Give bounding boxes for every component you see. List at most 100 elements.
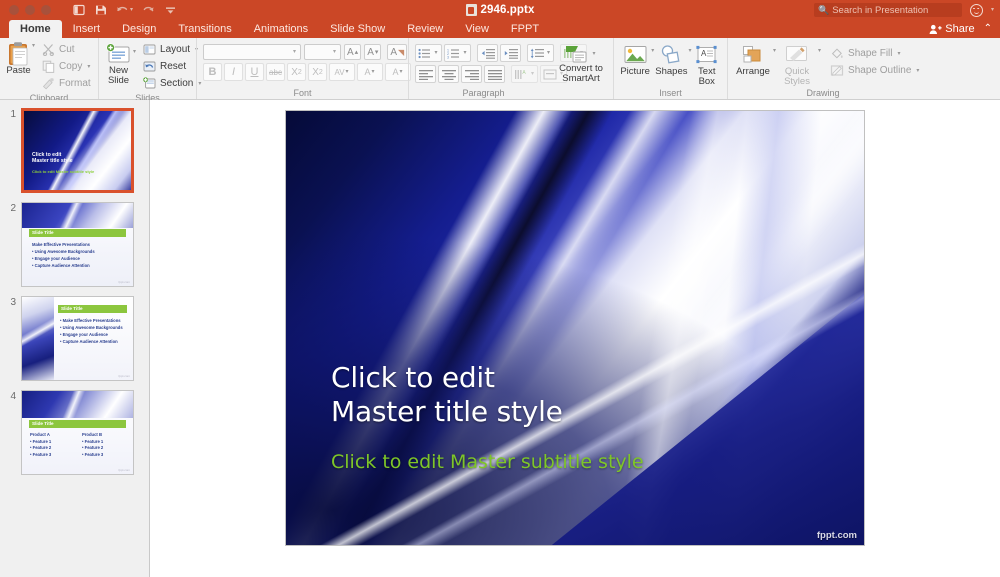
quick-styles-button[interactable]: Quick Styles bbox=[777, 42, 817, 87]
picture-button[interactable]: Picture bbox=[620, 42, 650, 77]
thumbnail-3-title-bar: Slide Title bbox=[58, 305, 127, 313]
maximize-window-button[interactable] bbox=[41, 5, 51, 15]
slide-subtitle-placeholder[interactable]: Click to edit Master subtitle style bbox=[331, 451, 644, 473]
thumbnail-slide-2[interactable]: Slide Title Make Effective Presentations… bbox=[21, 202, 134, 287]
bullets-button[interactable]: ▾ bbox=[415, 44, 442, 62]
thumbnail-item-2[interactable]: 2 Slide Title Make Effective Presentatio… bbox=[0, 202, 149, 287]
quick-styles-dropdown-icon[interactable]: ▾ bbox=[817, 48, 822, 54]
smartart-dropdown-icon[interactable]: ▾ bbox=[591, 51, 596, 57]
paste-button[interactable]: Paste bbox=[6, 41, 31, 76]
thumbnail-item-3[interactable]: 3 Slide Title • Make Effective Presentat… bbox=[0, 296, 149, 381]
tab-home[interactable]: Home bbox=[9, 20, 62, 38]
tab-design[interactable]: Design bbox=[111, 20, 167, 38]
shapes-button[interactable]: Shapes bbox=[655, 42, 688, 77]
copy-button[interactable]: Copy ▾ bbox=[39, 58, 93, 75]
new-slide-dropdown-icon[interactable]: ▾ bbox=[132, 49, 137, 55]
window-controls[interactable] bbox=[0, 5, 51, 15]
convert-to-smartart-button[interactable]: ▾ Convert to SmartArt bbox=[551, 44, 611, 84]
decrease-indent-button[interactable] bbox=[477, 44, 498, 62]
subscript-button[interactable]: X2 bbox=[308, 63, 327, 81]
thumbnail-slide-3[interactable]: Slide Title • Make Effective Presentatio… bbox=[21, 296, 134, 381]
customize-toolbar-icon[interactable] bbox=[164, 4, 177, 17]
search-input[interactable]: 🔍 Search in Presentation bbox=[813, 3, 962, 17]
shape-outline-button[interactable]: Shape Outline ▾ bbox=[828, 62, 922, 79]
chevron-up-icon[interactable]: ⌃ bbox=[984, 24, 992, 34]
bold-button[interactable]: B bbox=[203, 63, 222, 81]
cut-button[interactable]: Cut bbox=[39, 41, 93, 58]
thumbnail-4-column-1: Product A • Feature 1 • Feature 2 • Feat… bbox=[30, 432, 52, 457]
undo-button[interactable]: ▾ bbox=[116, 4, 133, 17]
group-label-paragraph: Paragraph bbox=[462, 88, 505, 98]
paste-dropdown-icon[interactable]: ▾ bbox=[31, 43, 36, 49]
increase-indent-button[interactable] bbox=[500, 44, 521, 62]
minimize-window-button[interactable] bbox=[25, 5, 35, 15]
align-right-button[interactable] bbox=[461, 65, 482, 83]
undo-dropdown-icon[interactable]: ▾ bbox=[130, 7, 133, 13]
ribbon-tab-strip: Home Insert Design Transitions Animation… bbox=[0, 20, 1000, 38]
thumbnail-2-title-bar: Slide Title bbox=[29, 229, 126, 237]
shape-fill-button[interactable]: Shape Fill ▾ bbox=[828, 45, 922, 62]
format-painter-button[interactable]: Format bbox=[39, 75, 93, 92]
ribbon-group-insert: Picture ▾ Shapes ▾ A Text Box Insert bbox=[613, 38, 727, 99]
thumbnail-item-4[interactable]: 4 Slide Title Product A • Feature 1 • Fe… bbox=[0, 390, 149, 475]
columns-button[interactable]: A ▾ bbox=[511, 65, 539, 83]
italic-button[interactable]: I bbox=[224, 63, 243, 81]
superscript-button[interactable]: X2 bbox=[287, 63, 306, 81]
share-button[interactable]: Share bbox=[929, 23, 975, 35]
arrange-button[interactable]: Arrange bbox=[734, 42, 772, 77]
thumbnail-slide-4[interactable]: Slide Title Product A • Feature 1 • Feat… bbox=[21, 390, 134, 475]
tab-view[interactable]: View bbox=[454, 20, 500, 38]
font-size-input[interactable]: ▾ bbox=[304, 44, 341, 60]
tab-fppt[interactable]: FPPT bbox=[500, 20, 550, 38]
font-name-input[interactable]: ▾ bbox=[203, 44, 301, 60]
character-spacing-button[interactable]: AV ▾ bbox=[329, 63, 355, 81]
text-box-icon: A bbox=[695, 43, 718, 67]
sidebar-toggle-icon[interactable] bbox=[72, 4, 85, 17]
picture-icon bbox=[624, 43, 647, 67]
group-label-drawing: Drawing bbox=[806, 88, 840, 98]
tab-review[interactable]: Review bbox=[396, 20, 454, 38]
grow-font-button[interactable]: A ▴ bbox=[344, 44, 362, 60]
underline-button[interactable]: U bbox=[245, 63, 264, 81]
tab-transitions[interactable]: Transitions bbox=[167, 20, 242, 38]
thumbnail-item-1[interactable]: 1 Click to edit Master title style Click… bbox=[0, 108, 149, 193]
font-size-dropdown-icon[interactable]: ▾ bbox=[332, 49, 337, 55]
text-box-button[interactable]: A Text Box bbox=[693, 42, 721, 87]
new-slide-button[interactable]: New Slide bbox=[105, 41, 132, 86]
account-smiley-icon[interactable] bbox=[969, 3, 983, 17]
search-placeholder: Search in Presentation bbox=[832, 4, 929, 16]
group-label-font: Font bbox=[293, 88, 312, 98]
redo-icon[interactable] bbox=[142, 4, 155, 17]
tab-animations[interactable]: Animations bbox=[243, 20, 319, 38]
account-dropdown-icon[interactable]: ▾ bbox=[991, 7, 994, 13]
copy-dropdown-icon[interactable]: ▾ bbox=[86, 64, 91, 70]
align-left-button[interactable] bbox=[415, 65, 436, 83]
slide-title-placeholder[interactable]: Click to edit Master title style bbox=[331, 361, 563, 429]
thumbnail-slide-1[interactable]: Click to edit Master title style Click t… bbox=[21, 108, 134, 193]
strikethrough-button[interactable]: abc bbox=[266, 63, 285, 81]
line-spacing-button[interactable]: ▾ bbox=[527, 44, 555, 62]
save-icon[interactable] bbox=[94, 4, 107, 17]
paste-label: Paste bbox=[6, 65, 31, 76]
numbering-button[interactable]: 123 ▾ bbox=[444, 44, 471, 62]
undo-icon[interactable] bbox=[116, 4, 129, 17]
justify-button[interactable] bbox=[484, 65, 505, 83]
shape-outline-dropdown-icon[interactable]: ▾ bbox=[915, 68, 920, 74]
slide-thumbnail-pane[interactable]: 1 Click to edit Master title style Click… bbox=[0, 100, 150, 577]
reset-button[interactable]: Reset bbox=[140, 58, 204, 75]
tab-insert[interactable]: Insert bbox=[62, 20, 112, 38]
align-center-button[interactable] bbox=[438, 65, 459, 83]
slide-editor[interactable]: Click to edit Master title style Click t… bbox=[150, 100, 1000, 577]
current-slide[interactable]: Click to edit Master title style Click t… bbox=[286, 111, 864, 545]
ribbon: Paste ▾ Cut Copy ▾ Format Clipboard New … bbox=[0, 38, 1000, 103]
shape-fill-label: Shape Fill bbox=[848, 48, 893, 59]
font-name-dropdown-icon[interactable]: ▾ bbox=[292, 49, 297, 55]
layout-button[interactable]: Layout ▾ bbox=[140, 41, 204, 58]
text-highlight-button[interactable]: A ▾ bbox=[357, 63, 383, 81]
shrink-font-button[interactable]: A ▾ bbox=[364, 44, 382, 60]
section-button[interactable]: Section ▾ bbox=[140, 75, 204, 92]
clear-formatting-button[interactable]: A ◥ bbox=[387, 44, 408, 60]
tab-slide-show[interactable]: Slide Show bbox=[319, 20, 396, 38]
close-window-button[interactable] bbox=[9, 5, 19, 15]
shape-fill-dropdown-icon[interactable]: ▾ bbox=[897, 51, 902, 57]
